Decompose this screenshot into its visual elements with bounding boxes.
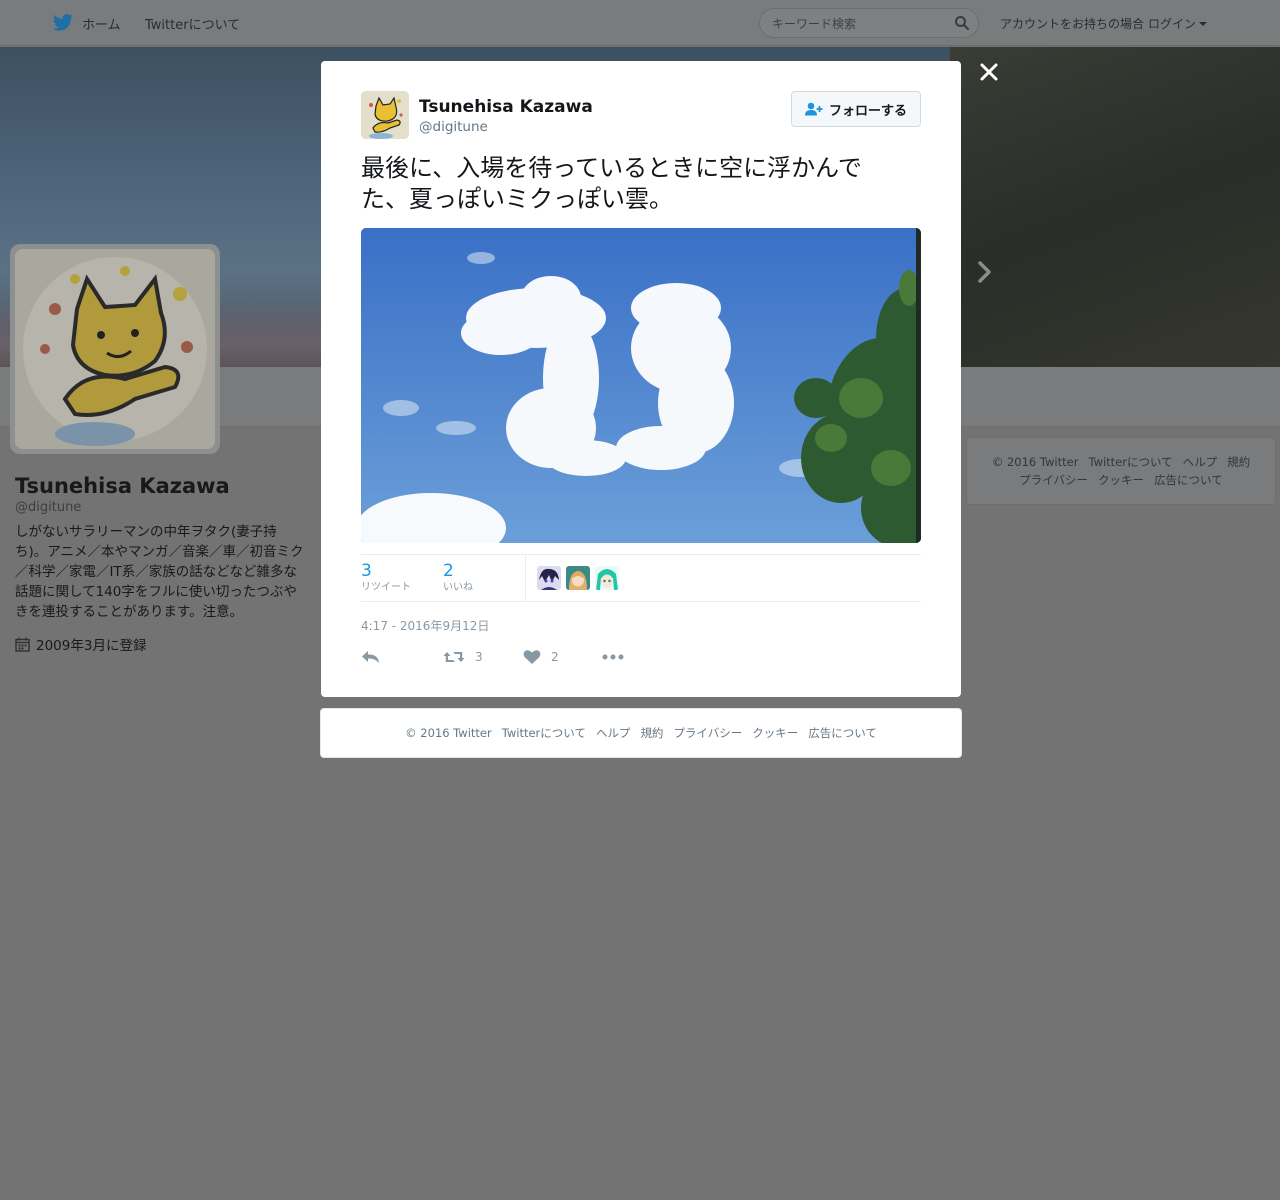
reply-action[interactable] (361, 645, 391, 669)
side-footer-terms[interactable]: 規約 (1227, 455, 1250, 469)
follow-button[interactable]: フォローする (791, 91, 921, 127)
modal-footer-cookies[interactable]: クッキー (752, 725, 798, 741)
modal-footer-ads[interactable]: 広告について (808, 725, 877, 741)
chevron-right-icon[interactable] (976, 260, 994, 284)
avatar-illustration (15, 249, 215, 449)
side-footer-about[interactable]: Twitterについて (1088, 455, 1172, 469)
login-dropdown[interactable]: アカウントをお持ちの場合 ログイン (1000, 0, 1208, 46)
like-count: 2 (443, 561, 454, 581)
tweet-photo[interactable] (361, 228, 921, 543)
modal-footer-copyright: © 2016 Twitter (405, 726, 492, 740)
profile-handle[interactable]: @digitune (15, 500, 81, 515)
modal-footer-help[interactable]: ヘルプ (596, 725, 631, 741)
tweet-modal: Tsunehisa Kazawa @digitune フォローする 最後に、入場… (321, 61, 961, 697)
nav-about-label: Twitterについて (145, 17, 241, 33)
tweet-photo-image (361, 228, 921, 543)
stats-divider (525, 555, 526, 602)
retweet-action-count: 3 (475, 650, 483, 664)
like-stat[interactable]: 2 いいね (443, 561, 473, 595)
tweet-timestamp[interactable]: 4:17 - 2016年9月12日 (361, 617, 489, 634)
reply-icon (362, 651, 379, 663)
retweet-icon (443, 652, 465, 662)
twitter-bird-icon (52, 14, 73, 31)
search-icon[interactable] (954, 15, 970, 31)
search-box[interactable] (759, 8, 979, 38)
tweet-author-name[interactable]: Tsunehisa Kazawa (419, 97, 593, 117)
liker-avatar-image (566, 566, 590, 590)
liker-avatar-image (595, 566, 619, 590)
retweet-stat[interactable]: 3 リツイート (361, 561, 411, 595)
like-action-count: 2 (551, 650, 559, 664)
liker-avatar[interactable] (566, 566, 590, 590)
tweet-avatar-illustration (361, 91, 409, 139)
login-link[interactable]: ログイン (1148, 15, 1196, 32)
modal-footer-about[interactable]: Twitterについて (502, 725, 586, 741)
liker-avatar[interactable] (595, 566, 619, 590)
chevron-down-icon (1199, 22, 1208, 26)
banner-trees (950, 47, 1280, 367)
side-footer-help[interactable]: ヘルプ (1183, 455, 1218, 469)
profile-joined-text: 2009年3月に登録 (36, 638, 147, 654)
more-action[interactable] (602, 645, 634, 669)
side-footer-ads[interactable]: 広告について (1154, 473, 1223, 487)
follow-button-label: フォローする (828, 103, 907, 119)
tweet-text: 最後に、入場を待っているときに空に浮かんでた、夏っぽいミクっぽい雲。 (361, 154, 862, 213)
liker-avatar[interactable] (537, 566, 561, 590)
top-navigation: ホーム Twitterについて アカウントをお持ちの場合 ログイン (0, 0, 1280, 46)
tweet-actions: 3 2 (361, 645, 921, 669)
profile-joined: 2009年3月に登録 (15, 634, 146, 654)
follow-user-icon (804, 102, 823, 116)
login-prefix: アカウントをお持ちの場合 (1000, 16, 1145, 31)
more-icon (602, 654, 624, 660)
profile-bio: しがないサラリーマンの中年ヲタク(妻子持ち)。アニメ／本やマンガ／音楽／車／初音… (15, 524, 304, 620)
calendar-icon (15, 637, 30, 652)
like-label: いいね (443, 582, 473, 593)
close-icon[interactable] (979, 62, 999, 82)
profile-avatar[interactable] (10, 244, 220, 454)
side-footer-cookies[interactable]: クッキー (1098, 473, 1144, 487)
liker-avatar-image (537, 566, 561, 590)
side-footer: © 2016 Twitter Twitterについて ヘルプ 規約 プライバシー クッキ… (966, 437, 1276, 505)
tweet-author-handle[interactable]: @digitune (419, 119, 488, 135)
nav-about[interactable]: Twitterについて (145, 0, 240, 46)
nav-home[interactable]: ホーム (52, 0, 121, 46)
retweet-count: 3 (361, 561, 372, 581)
retweet-action[interactable]: 3 (443, 645, 483, 669)
search-input[interactable] (772, 15, 942, 33)
tweet-author-avatar[interactable] (361, 91, 409, 139)
side-footer-copyright: © 2016 Twitter (991, 455, 1079, 469)
heart-icon (523, 650, 541, 664)
modal-footer: © 2016 Twitter Twitterについて ヘルプ 規約 プライバシー… (320, 708, 962, 758)
like-action[interactable]: 2 (523, 645, 559, 669)
side-footer-privacy[interactable]: プライバシー (1019, 473, 1088, 487)
modal-footer-terms[interactable]: 規約 (640, 725, 663, 741)
modal-footer-privacy[interactable]: プライバシー (673, 725, 742, 741)
profile-name[interactable]: Tsunehisa Kazawa (15, 474, 230, 498)
retweet-label: リツイート (361, 582, 411, 593)
tweet-stats: 3 リツイート 2 いいね (361, 554, 921, 602)
profile-avatar-image (15, 249, 215, 449)
nav-home-label: ホーム (82, 17, 121, 33)
